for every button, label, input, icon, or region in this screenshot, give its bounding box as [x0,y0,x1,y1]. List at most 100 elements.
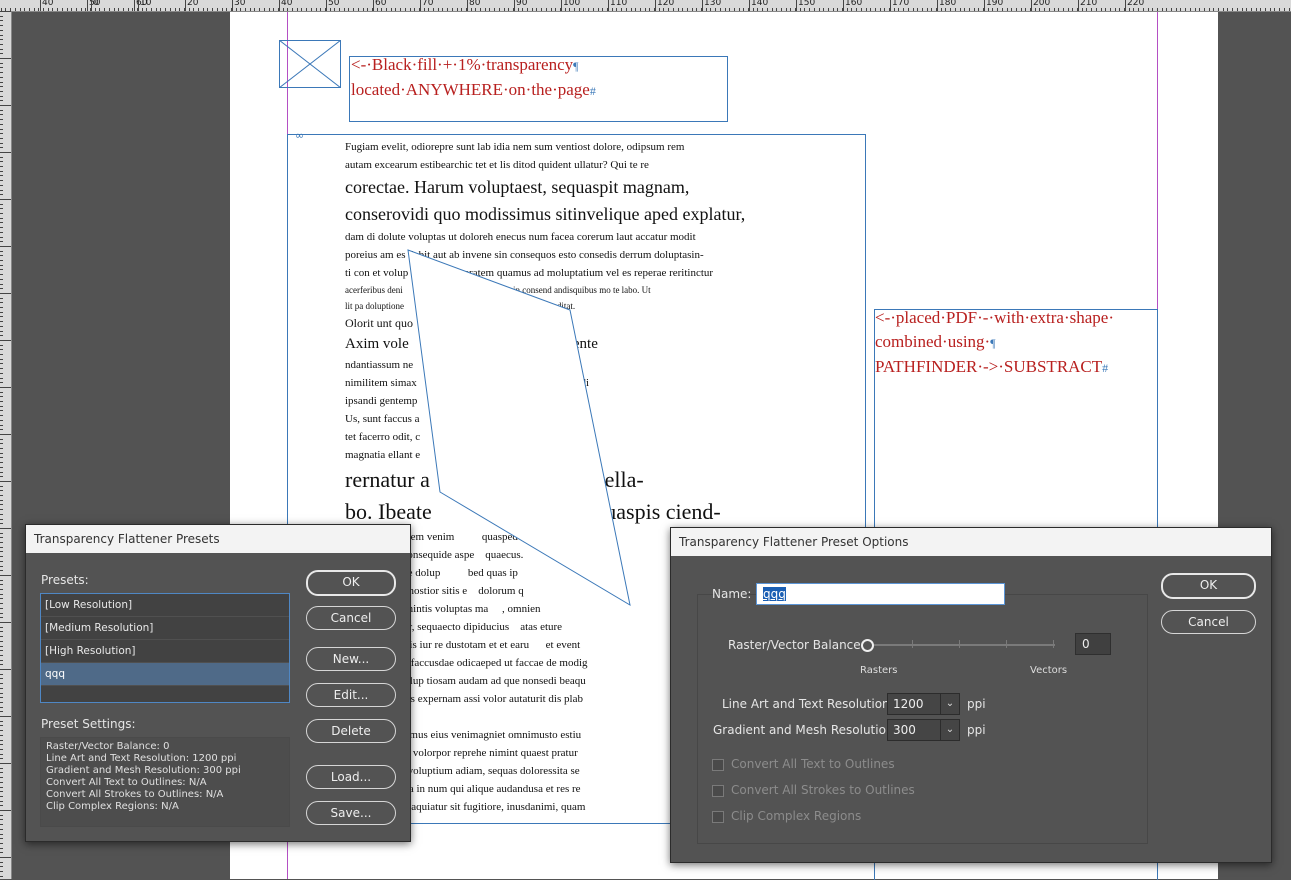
preset-item-qqq[interactable]: qqq [41,663,289,686]
ruler-major-tick [984,0,985,11]
placeholder-x-icon [278,39,342,89]
ok-button[interactable]: OK [306,570,396,596]
ruler-tick [734,8,735,11]
convert-text-checkbox[interactable] [712,759,724,771]
ruler-major-tick [185,0,186,11]
ruler-tick [222,8,223,11]
empty-graphic-frame[interactable] [278,39,342,89]
ruler-tick [1260,8,1261,11]
ruler-tick [0,725,3,726]
body-text-line: autam excearum estibearchic tet et lis d… [345,159,649,171]
ruler-tick [0,528,11,529]
ruler-tick [0,627,3,628]
ruler-tick [687,8,688,11]
ruler-tick [424,8,425,11]
ruler-tick [0,147,3,148]
ruler-tick [212,8,213,11]
ruler-tick [0,368,3,369]
ruler-tick [353,8,354,11]
convert-strokes-checkbox[interactable] [712,785,724,797]
save-preset-button[interactable]: Save... [306,801,396,825]
ruler-major-tick [134,0,135,11]
slider-tick [959,640,960,648]
ruler-tick [1242,8,1243,11]
gradient-label: Gradient and Mesh Resolution: [713,723,898,737]
ruler-tick [978,8,979,11]
ruler-tick [29,8,30,11]
ruler-tick [0,307,3,308]
ruler-tick [767,8,768,11]
ruler-tick [931,8,932,11]
clip-regions-checkbox[interactable] [712,811,724,823]
ruler-tick [475,8,476,11]
ruler-tick [0,77,3,78]
preset-item-low[interactable]: [Low Resolution] [41,594,289,617]
horizontal-ruler[interactable]: 40 50 60 0 10 20 30 40 50 60 70 80 90 100 110 120 130 140… [0,0,1291,12]
presets-dialog-title[interactable]: Transparency Flattener Presets [26,525,410,553]
preset-item-high[interactable]: [High Resolution] [41,640,289,663]
balance-value-field[interactable]: 0 [1075,633,1111,655]
setting-line: Line Art and Text Resolution: 1200 ppi [46,753,237,764]
ruler-tick [0,274,3,275]
ruler-tick [146,8,147,11]
ruler-label: 170 [892,0,910,8]
ruler-label: 40 [281,0,293,8]
ruler-major-tick [420,0,421,11]
delete-preset-button[interactable]: Delete [306,719,396,743]
edit-preset-button[interactable]: Edit... [306,683,396,707]
ruler-tick [0,721,3,722]
presets-dialog[interactable]: Transparency Flattener Presets Presets: … [25,524,411,842]
ruler-tick [913,8,914,11]
name-field[interactable]: qqq [756,583,1005,605]
ruler-tick [0,124,3,125]
preset-item-medium[interactable]: [Medium Resolution] [41,617,289,640]
ruler-tick [24,8,25,11]
end-of-story-mark: # [1102,361,1109,375]
ruler-tick [518,8,519,11]
ruler-major-tick [326,0,327,11]
cancel-button[interactable]: Cancel [306,606,396,630]
ruler-tick [480,8,481,11]
ruler-tick [0,349,3,350]
ruler-label: 130 [704,0,722,8]
ruler-tick [0,429,3,430]
ruler-tick [316,8,317,11]
ruler-tick [875,8,876,11]
ruler-tick [0,857,11,858]
ruler-tick [1138,8,1139,11]
ruler-tick [635,8,636,11]
preset-settings-summary: Raster/Vector Balance: 0 Line Art and Te… [40,737,290,827]
ruler-tick [1011,8,1012,11]
ruler-tick [0,392,3,393]
new-preset-button[interactable]: New... [306,647,396,671]
balance-slider-thumb[interactable] [861,639,874,652]
ruler-tick [118,8,119,11]
ruler-tick [1274,8,1275,11]
ruler-tick [0,241,3,242]
preset-options-dialog-title[interactable]: Transparency Flattener Preset Options [671,528,1271,556]
ruler-tick [729,8,730,11]
note-2-text: <-·placed·PDF·-·with·extra·shape· combin… [875,306,1114,380]
ruler-tick [489,8,490,11]
vertical-ruler[interactable] [0,11,12,879]
preset-options-dialog[interactable]: Transparency Flattener Preset Options Na… [670,527,1272,863]
balance-slider-track[interactable] [865,644,1055,646]
presets-list[interactable]: [Low Resolution] [Medium Resolution] [Hi… [40,593,290,703]
ruler-tick [715,8,716,11]
rasters-label: Rasters [860,665,898,676]
ruler-tick [250,8,251,11]
transparent-polygon-shape[interactable] [400,240,660,620]
ruler-tick [175,8,176,11]
ruler-tick [964,8,965,11]
ruler-tick [43,8,44,11]
line-art-dropdown[interactable]: 1200 ⌄ [887,693,960,715]
ruler-tick [0,570,3,571]
setting-line: Convert All Text to Outlines: N/A [46,777,207,788]
ruler-label: 150 [798,0,816,8]
load-preset-button[interactable]: Load... [306,765,396,789]
ruler-tick [800,8,801,11]
cancel-button[interactable]: Cancel [1161,610,1256,634]
gradient-dropdown[interactable]: 300 ⌄ [887,719,960,741]
ruler-major-tick [608,0,609,11]
ok-button[interactable]: OK [1161,573,1256,599]
